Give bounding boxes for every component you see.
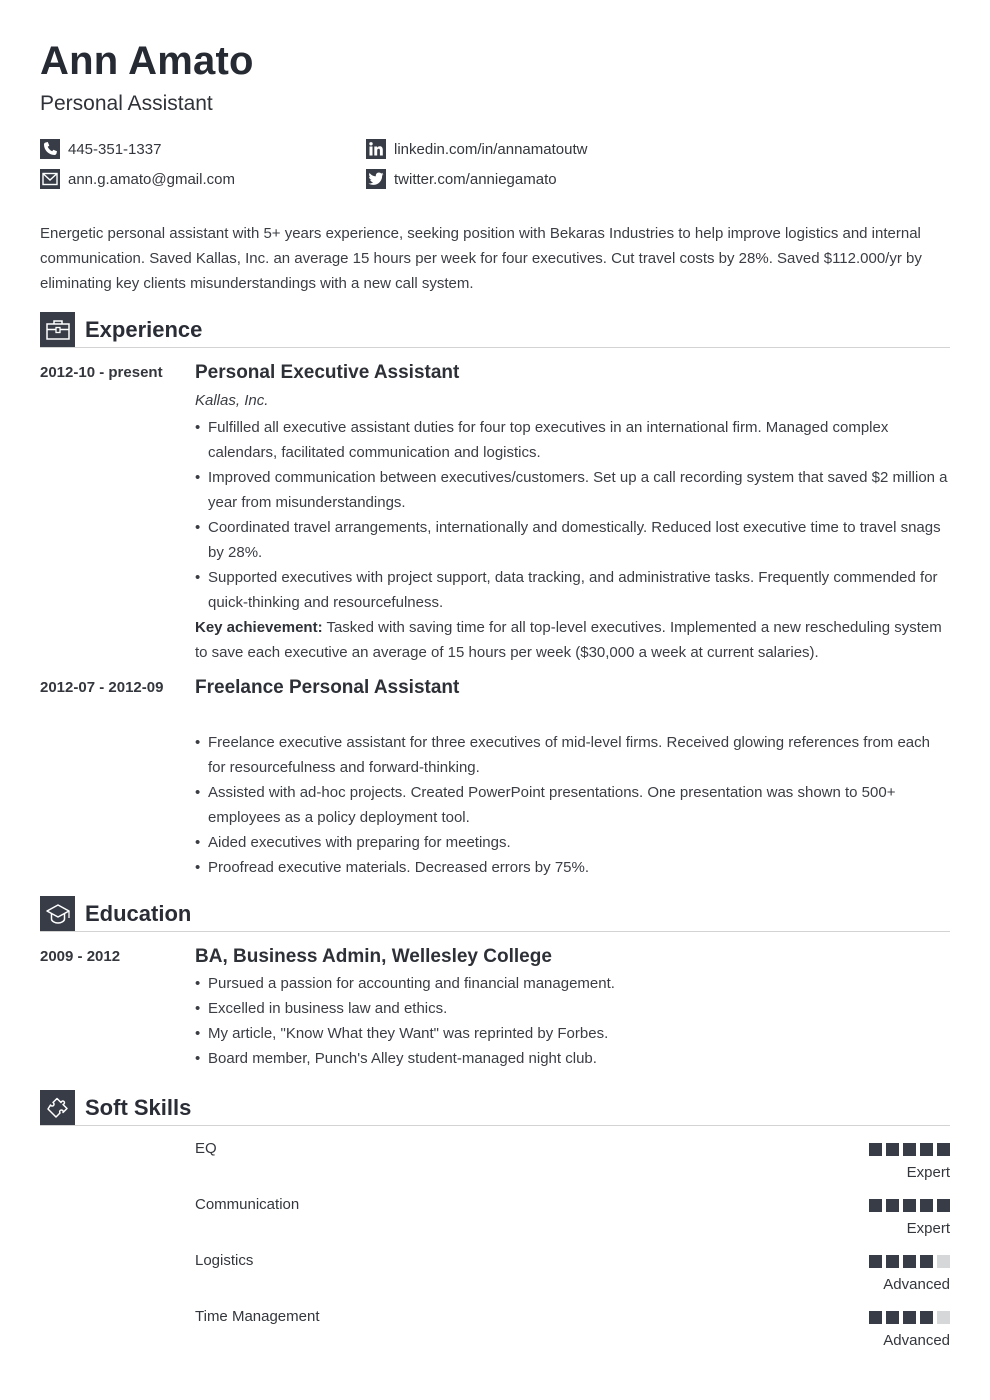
rating-dot-filled [869,1255,882,1268]
graduation-cap-icon [40,896,75,931]
entry-role: Freelance Personal Assistant [195,677,460,698]
twitter-text: twitter.com/anniegamato [394,170,557,188]
rating-dot-filled [886,1255,899,1268]
contact-twitter[interactable]: twitter.com/anniegamato [366,168,557,190]
email-text: ann.g.amato@gmail.com [68,170,235,188]
skill-level: Expert [906,1164,950,1181]
skill-name: Time Management [195,1308,320,1325]
skill-level: Advanced [883,1276,950,1293]
entry-degree: BA, Business Admin, Wellesley College [195,946,552,967]
rating-dot-empty [937,1311,950,1324]
rating-dot-filled [869,1311,882,1324]
key-achievement: Key achievement: Tasked with saving time… [195,615,950,665]
entry-bullets: Freelance executive assistant for three … [195,730,950,880]
skill-level: Expert [906,1220,950,1237]
rating-dot-filled [886,1199,899,1212]
skill-rating [869,1199,950,1212]
bullet-item: Supported executives with project suppor… [195,565,950,615]
skill-item: Time Management Advanced [195,1308,950,1356]
skill-level: Advanced [883,1332,950,1349]
contact-linkedin[interactable]: linkedin.com/in/annamatoutw [366,138,587,160]
phone-icon [40,139,60,159]
bullet-item: Board member, Punch's Alley student-mana… [195,1046,950,1071]
skill-rating [869,1311,950,1324]
contact-info: 445-351-1337 ann.g.amato@gmail.com linke… [40,138,950,194]
candidate-name: Ann Amato [40,39,254,83]
bullet-item: My article, "Know What they Want" was re… [195,1021,950,1046]
bullet-item: Proofread executive materials. Decreased… [195,855,950,880]
candidate-title: Personal Assistant [40,92,213,115]
entry-role: Personal Executive Assistant [195,362,460,383]
skill-rating [869,1255,950,1268]
bullet-item: Fulfilled all executive assistant duties… [195,415,950,465]
rating-dot-filled [886,1311,899,1324]
linkedin-icon [366,139,386,159]
puzzle-piece-icon [40,1090,75,1125]
rating-dot-filled [869,1199,882,1212]
rating-dot-filled [869,1143,882,1156]
rating-dot-filled [886,1143,899,1156]
bullet-item: Freelance executive assistant for three … [195,730,950,780]
skill-name: EQ [195,1140,217,1157]
bullet-item: Improved communication between executive… [195,465,950,515]
rating-dot-filled [903,1143,916,1156]
skill-rating [869,1143,950,1156]
skill-item: EQ Expert [195,1140,950,1188]
rating-dot-filled [903,1311,916,1324]
rating-dot-filled [920,1311,933,1324]
rating-dot-filled [903,1199,916,1212]
entry-bullets: Fulfilled all executive assistant duties… [195,415,950,615]
achievement-label: Key achievement: [195,619,323,636]
rating-dot-filled [920,1143,933,1156]
soft-skills-heading: Soft Skills [85,1095,192,1120]
skill-item: Communication Expert [195,1196,950,1244]
contact-email[interactable]: ann.g.amato@gmail.com [40,168,235,190]
bullet-item: Coordinated travel arrangements, interna… [195,515,950,565]
skill-name: Communication [195,1196,300,1213]
skill-item: Logistics Advanced [195,1252,950,1300]
education-heading: Education [85,901,192,926]
entry-body: Personal Executive Assistant Kallas, Inc… [195,362,950,665]
profile-summary: Energetic personal assistant with 5+ yea… [40,225,922,292]
skill-name: Logistics [195,1252,254,1269]
rating-dot-filled [920,1255,933,1268]
experience-section-header: Experience [40,312,950,348]
entry-body: Freelance Personal Assistant Freelance e… [195,677,950,880]
bullet-item: Assisted with ad-hoc projects. Created P… [195,780,950,830]
entry-company [195,705,950,727]
rating-dot-filled [937,1143,950,1156]
briefcase-icon [40,312,75,347]
rating-dot-empty [937,1255,950,1268]
bullet-item: Pursued a passion for accounting and fin… [195,971,950,996]
entry-body: BA, Business Admin, Wellesley College Pu… [195,946,950,1071]
envelope-icon [40,169,60,189]
entry-bullets: Pursued a passion for accounting and fin… [195,971,950,1071]
rating-dot-filled [903,1255,916,1268]
linkedin-text: linkedin.com/in/annamatoutw [394,140,588,158]
education-section-header: Education [40,896,950,932]
experience-heading: Experience [85,317,203,342]
entry-company: Kallas, Inc. [195,392,269,409]
entry-date: 2009 - 2012 [40,948,121,965]
twitter-icon [366,169,386,189]
rating-dot-filled [920,1199,933,1212]
contact-phone[interactable]: 445-351-1337 [40,138,161,160]
phone-text: 445-351-1337 [68,140,162,158]
entry-date: 2012-10 - present [40,364,163,381]
entry-date: 2012-07 - 2012-09 [40,679,164,696]
bullet-item: Excelled in business law and ethics. [195,996,950,1021]
soft-skills-section-header: Soft Skills [40,1090,950,1126]
rating-dot-filled [937,1199,950,1212]
bullet-item: Aided executives with preparing for meet… [195,830,950,855]
